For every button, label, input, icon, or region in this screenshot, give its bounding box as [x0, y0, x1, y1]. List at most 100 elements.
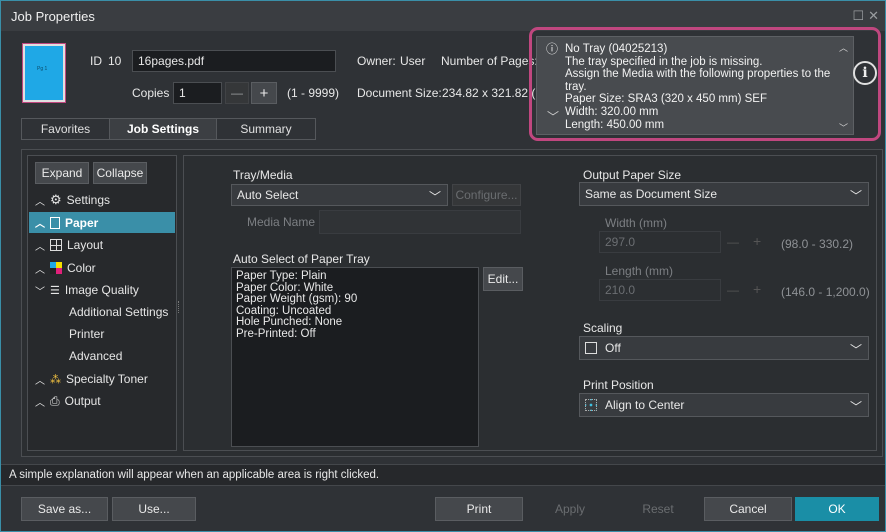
paper-icon [50, 216, 60, 229]
apply-button[interactable]: Apply [526, 497, 614, 521]
status-text: A simple explanation will appear when an… [9, 469, 380, 481]
cancel-button[interactable]: Cancel [704, 497, 792, 521]
copies-label: Copies [132, 86, 170, 100]
job-thumbnail: Pg 1 [23, 44, 65, 102]
nav-item-layout[interactable]: ︿ Layout [35, 235, 103, 255]
nav-item-specialty-toner[interactable]: ︿ ⁂ Specialty Toner [35, 369, 148, 389]
configure-button[interactable]: Configure... [452, 184, 521, 206]
width-decrement-button[interactable]: — [727, 235, 739, 249]
status-bar: A simple explanation will appear when an… [1, 464, 885, 486]
save-as-button[interactable]: Save as... [21, 497, 108, 521]
layout-icon [50, 239, 62, 251]
chevron-down-icon: ﹀ [849, 400, 862, 414]
output-paper-size-value: Same as Document Size [585, 187, 718, 201]
tooltip-highlight-frame [529, 27, 881, 141]
copies-field[interactable]: 1 [173, 82, 222, 104]
nav-item-output[interactable]: ︿ ⎙ Output [35, 391, 101, 411]
width-label: Width (mm) [605, 216, 667, 230]
copies-range: (1 - 9999) [287, 86, 340, 100]
docsize-label: Document Size: [357, 86, 442, 100]
copies-increment-button[interactable]: + [251, 82, 277, 104]
reset-button[interactable]: Reset [614, 497, 702, 521]
tray-media-value: Auto Select [237, 188, 299, 202]
length-field[interactable]: 210.0 [599, 279, 721, 301]
media-name-field[interactable] [319, 210, 521, 234]
output-paper-size-select[interactable]: Same as Document Size ﹀ [579, 182, 869, 206]
width-range: (98.0 - 330.2) [781, 237, 854, 251]
id-label: ID [90, 54, 102, 68]
ok-button[interactable]: OK [795, 497, 879, 521]
expand-button[interactable]: Expand [35, 162, 89, 184]
length-decrement-button[interactable]: — [727, 283, 739, 297]
print-position-select[interactable]: Align to Center ﹀ [579, 393, 869, 417]
info-button[interactable]: i [853, 61, 877, 85]
owner-label: Owner: [357, 54, 396, 68]
property-line: Pre-Printed: Off [236, 327, 316, 340]
scaling-checkbox-icon [585, 342, 597, 354]
tab-summary[interactable]: Summary [216, 118, 316, 140]
scaling-label: Scaling [583, 321, 623, 335]
auto-select-label: Auto Select of Paper Tray [233, 252, 370, 266]
owner-value: User [400, 54, 426, 68]
chevron-up-icon: ︿ [35, 397, 45, 409]
nav-item-label: Paper [65, 215, 99, 230]
print-button[interactable]: Print [435, 497, 523, 521]
nav-item-additional-settings[interactable]: Additional Settings [69, 302, 168, 322]
use-button[interactable]: Use... [112, 497, 196, 521]
length-range: (146.0 - 1,200.0) [781, 285, 870, 299]
nav-item-label: Layout [67, 238, 104, 252]
thumbnail-label: Pg 1 [37, 66, 48, 72]
nav-item-label: Advanced [69, 349, 123, 363]
scaling-select[interactable]: Off ﹀ [579, 336, 869, 360]
width-increment-button[interactable]: + [753, 233, 761, 249]
width-field[interactable]: 297.0 [599, 231, 721, 253]
toner-dots-icon: ⁂ [50, 373, 61, 386]
length-increment-button[interactable]: + [753, 281, 761, 297]
nav-item-paper[interactable]: ︿ Paper [29, 212, 175, 233]
nav-item-printer[interactable]: Printer [69, 324, 104, 344]
print-position-value: Align to Center [605, 398, 685, 412]
image-quality-icon: ☰ [50, 284, 60, 297]
nav-item-label: Settings [66, 193, 111, 207]
chevron-down-icon: ﹀ [428, 190, 441, 204]
printer-icon: ⎙ [50, 393, 60, 408]
print-position-label: Print Position [583, 378, 654, 392]
id-value: 10 [108, 54, 122, 68]
edit-button[interactable]: Edit... [483, 267, 523, 291]
nav-item-label: Printer [69, 327, 105, 341]
nav-item-advanced[interactable]: Advanced [69, 346, 122, 366]
tab-job-settings[interactable]: Job Settings [109, 118, 217, 140]
nav-item-settings[interactable]: ︿ ⚙ Settings [35, 190, 110, 210]
tray-media-label: Tray/Media [233, 168, 293, 182]
align-center-icon [585, 399, 597, 411]
property-line: Paper Weight (gsm): 90 [236, 293, 358, 305]
job-properties-window: Job Properties ☐ ✕ Pg 1 ID 10 16pages.pd… [0, 0, 886, 532]
chevron-up-icon: ︿ [35, 219, 45, 230]
nav-item-color[interactable]: ︿ Color [35, 258, 96, 278]
panel-splitter[interactable] [178, 301, 180, 313]
property-line: Hole Punched: None [236, 316, 343, 328]
nav-item-image-quality[interactable]: ﹀ ☰ Image Quality [35, 280, 139, 300]
window-title: Job Properties [11, 8, 95, 24]
nav-item-label: Output [64, 394, 101, 408]
filename-field[interactable]: 16pages.pdf [132, 50, 336, 72]
copies-decrement-button[interactable]: — [225, 82, 249, 104]
property-line: Paper Type: Plain [236, 270, 327, 282]
color-icon [50, 262, 62, 274]
chevron-up-icon: ︿ [35, 241, 45, 253]
scaling-value: Off [605, 341, 621, 355]
close-icon[interactable]: ✕ [868, 8, 879, 24]
nav-item-label: Color [67, 261, 96, 275]
chevron-down-icon: ﹀ [849, 189, 862, 203]
output-paper-size-label: Output Paper Size [583, 168, 682, 182]
chevron-up-icon: ︿ [35, 196, 45, 208]
tab-favorites[interactable]: Favorites [21, 118, 110, 140]
media-name-label: Media Name [247, 215, 316, 229]
tray-media-select[interactable]: Auto Select ﹀ [231, 184, 448, 206]
chevron-down-icon: ﹀ [35, 286, 45, 298]
maximize-icon[interactable]: ☐ [852, 8, 864, 24]
chevron-up-icon: ︿ [35, 375, 45, 387]
collapse-button[interactable]: Collapse [93, 162, 147, 184]
pages-label: Number of Pages: [441, 54, 538, 68]
nav-item-label: Additional Settings [69, 305, 169, 319]
